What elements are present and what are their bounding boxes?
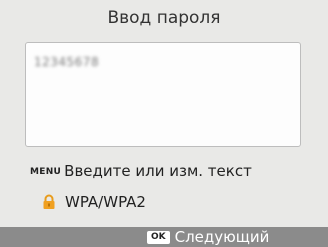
password-text-box[interactable]: 12345678	[25, 42, 301, 147]
security-info: WPA/WPA2	[42, 192, 146, 212]
next-label: Следующий	[174, 228, 270, 246]
security-type: WPA/WPA2	[65, 193, 146, 211]
footer-bar: OK Следующий	[0, 227, 328, 247]
menu-key-label: MENU	[30, 167, 62, 177]
page-title: Ввод пароля	[107, 8, 221, 28]
lock-icon	[42, 194, 56, 210]
menu-hint: MENU Введите или изм. текст	[30, 161, 252, 181]
ok-key-icon: OK	[147, 230, 170, 244]
next-button[interactable]: OK Следующий	[147, 227, 269, 247]
password-value: 12345678	[34, 55, 100, 69]
menu-hint-text: Введите или изм. текст	[64, 162, 252, 180]
